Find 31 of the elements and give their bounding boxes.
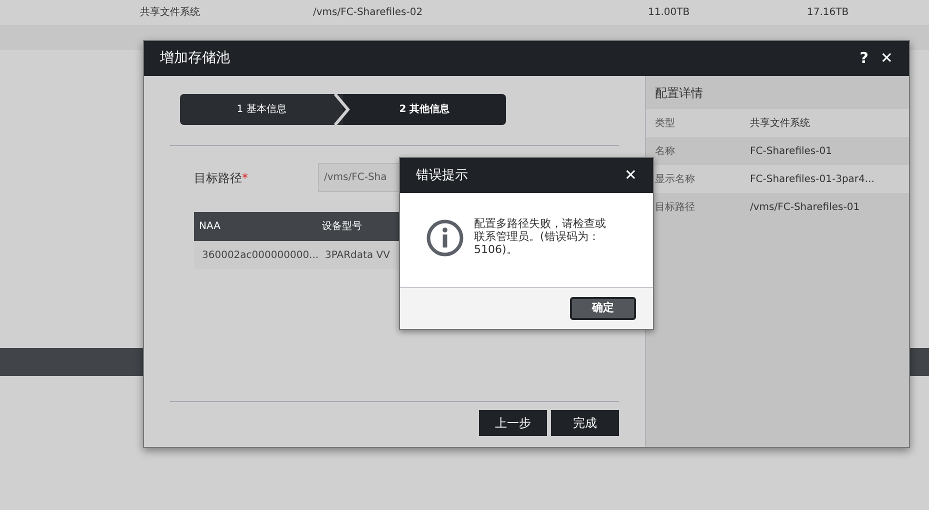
close-button[interactable]: ✕ xyxy=(624,164,637,187)
column-header: NAA xyxy=(198,220,222,234)
help-button[interactable]: ? xyxy=(860,47,868,70)
close-button[interactable]: ✕ xyxy=(880,47,893,70)
step-tab[interactable]: 1 基本信息 xyxy=(180,94,343,125)
field-label: 目标路径* xyxy=(194,170,249,186)
chevron-icon xyxy=(333,94,351,125)
dialog-title: 增加存储池 xyxy=(160,49,231,68)
info-icon xyxy=(426,219,464,257)
dialog-button[interactable]: 上一步 xyxy=(479,410,547,436)
table-cell-text: 3PARdata VV xyxy=(324,248,391,262)
detail-value: /vms/FC-Sharefiles-01 xyxy=(750,200,860,214)
detail-value: 共享文件系统 xyxy=(750,116,810,130)
detail-label: 名称 xyxy=(654,144,676,158)
dialog-button[interactable]: 完成 xyxy=(551,410,619,436)
details-title: 配置详情 xyxy=(654,84,704,102)
detail-label: 目标路径 xyxy=(654,200,696,214)
table-cell-text: 共享文件系统 xyxy=(140,6,201,20)
ok-button[interactable]: 确定 xyxy=(570,297,636,320)
detail-label: 显示名称 xyxy=(654,172,696,186)
error-title: 错误提示 xyxy=(416,166,469,185)
detail-label: 类型 xyxy=(654,116,676,130)
detail-value: FC-Sharefiles-01 xyxy=(750,144,832,158)
table-cell-text: /vms/FC-Sharefiles-02 xyxy=(313,6,424,20)
table-cell-text: 11.00TB xyxy=(648,6,691,20)
error-message: 配置多路径失败，请检查或联系管理员。(错误码为：5106)。 xyxy=(474,217,607,256)
table-cell-text: 360002ac000000000... xyxy=(201,248,317,262)
column-header: 设备型号 xyxy=(321,220,363,234)
step-tab[interactable]: 2 其他信息 xyxy=(343,94,506,125)
detail-value: FC-Sharefiles-01-3par4... xyxy=(750,172,874,186)
table-cell-text: 17.16TB xyxy=(807,6,850,20)
